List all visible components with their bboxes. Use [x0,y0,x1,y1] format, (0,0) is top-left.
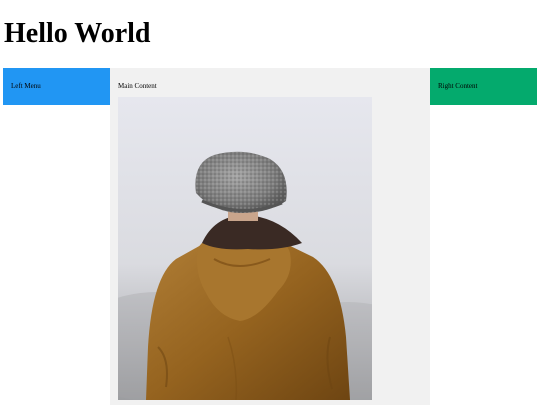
page-title: Hello World [4,18,151,49]
right-content-label: Right Content [438,82,478,90]
left-menu[interactable]: Left Menu [3,68,110,105]
left-menu-label: Left Menu [11,82,41,90]
main-photo [118,97,372,400]
main-content-label: Main Content [118,82,157,90]
right-content[interactable]: Right Content [430,68,537,105]
